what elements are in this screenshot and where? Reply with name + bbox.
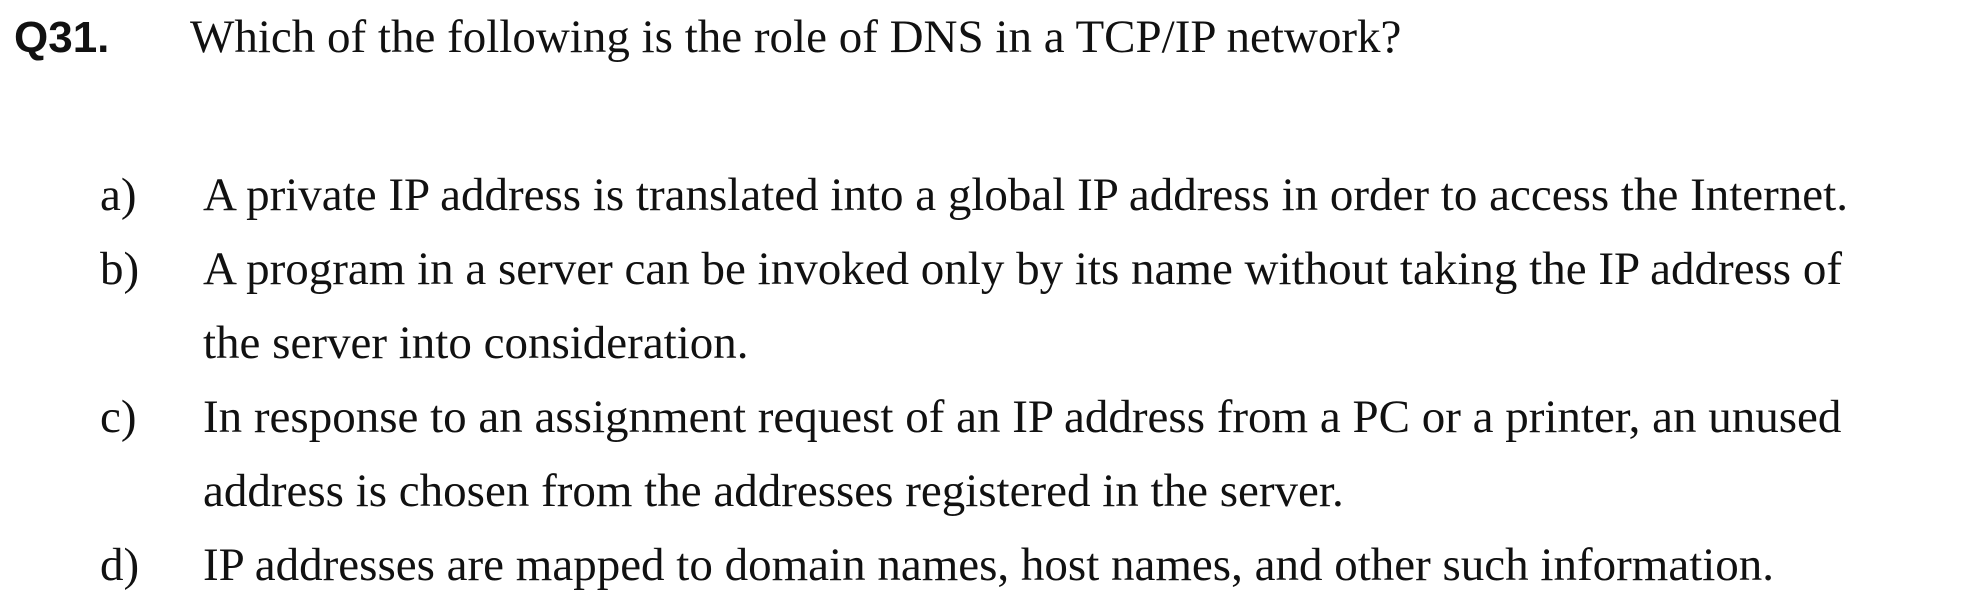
question-text: Which of the following is the role of DN… xyxy=(190,11,1402,63)
answer-option-b: b) A program in a server can be invoked … xyxy=(0,232,1972,380)
option-text: A program in a server can be invoked onl… xyxy=(203,243,1842,369)
exam-question-page: Q31. Which of the following is the role … xyxy=(0,0,1972,605)
option-letter: a) xyxy=(100,169,137,221)
option-text: IP addresses are mapped to domain names,… xyxy=(203,539,1775,591)
option-letter: d) xyxy=(100,539,140,591)
option-letter: c) xyxy=(100,391,137,443)
option-text: A private IP address is translated into … xyxy=(203,169,1848,221)
option-letter: b) xyxy=(100,243,140,295)
answer-option-d: d) IP addresses are mapped to domain nam… xyxy=(0,528,1972,602)
answer-options-list: a) A private IP address is translated in… xyxy=(0,158,1972,602)
question-number: Q31. xyxy=(14,13,110,62)
answer-option-c: c) In response to an assignment request … xyxy=(0,380,1972,528)
option-text: In response to an assignment request of … xyxy=(203,391,1842,517)
answer-option-a: a) A private IP address is translated in… xyxy=(0,158,1972,232)
